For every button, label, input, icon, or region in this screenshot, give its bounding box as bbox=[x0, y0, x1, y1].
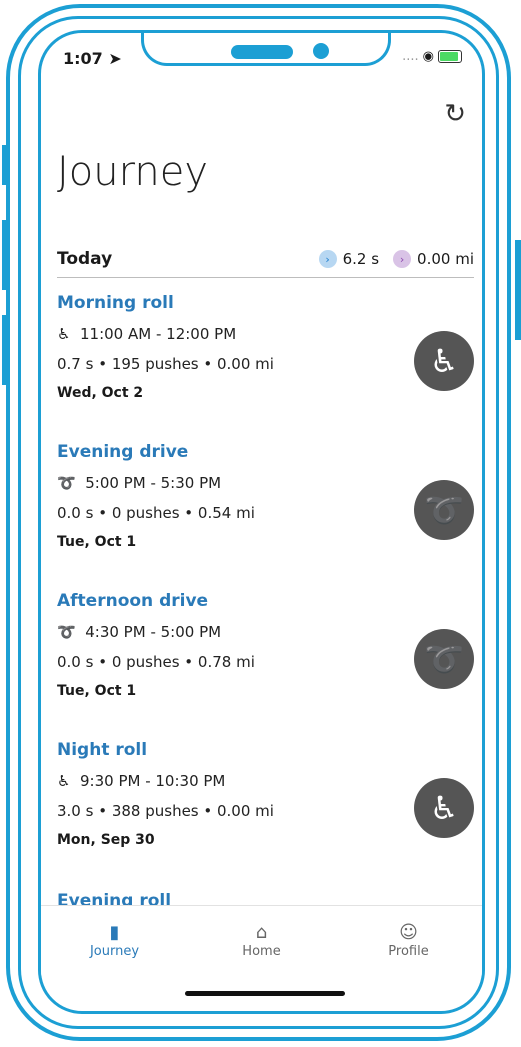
entry-time: ♿ 11:00 AM - 12:00 PM bbox=[57, 325, 237, 343]
home-icon: ⌂ bbox=[255, 921, 268, 943]
today-distance-stat: 0.00 mi bbox=[417, 250, 474, 268]
journey-entry[interactable]: Evening drive ➰ 5:00 PM - 5:30 PM 0.0 s … bbox=[57, 434, 474, 583]
chevron-right-icon: › bbox=[393, 250, 412, 268]
entry-date: Mon, Sep 30 bbox=[57, 832, 155, 848]
tab-journey[interactable]: ▮ Journey bbox=[41, 906, 188, 976]
location-arrow-icon: ➤ bbox=[108, 49, 122, 68]
entry-title[interactable]: Morning roll bbox=[57, 285, 474, 313]
entry-title[interactable]: Afternoon drive bbox=[57, 583, 474, 611]
tab-label: Journey bbox=[89, 943, 140, 959]
signal-icon: .... bbox=[402, 49, 419, 64]
status-icons: .... ◉ bbox=[402, 49, 462, 64]
volume-down-button bbox=[2, 315, 8, 385]
entry-date: Wed, Oct 2 bbox=[57, 385, 144, 401]
power-assist-icon: ➰ bbox=[57, 474, 76, 492]
speaker bbox=[231, 45, 293, 59]
camera bbox=[313, 43, 329, 59]
entry-time: ➰ 4:30 PM - 5:00 PM bbox=[57, 623, 222, 641]
person-icon: ☺ bbox=[399, 921, 418, 943]
entry-time: ♿ 9:30 PM - 10:30 PM bbox=[57, 772, 226, 790]
today-time-stat: 6.2 s bbox=[342, 250, 380, 268]
status-time: 1:07 ➤ bbox=[63, 49, 122, 68]
app-screen: 1:07 ➤ .... ◉ ↻ Journey Today › 6.2 s › … bbox=[38, 30, 485, 1014]
journey-entry-partial[interactable]: Evening roll bbox=[57, 891, 171, 905]
power-assist-icon: ➰ bbox=[414, 480, 474, 540]
journey-entry[interactable]: Morning roll ♿ 11:00 AM - 12:00 PM 0.7 s… bbox=[57, 285, 474, 434]
power-button bbox=[515, 240, 521, 340]
home-indicator[interactable] bbox=[185, 991, 345, 996]
today-stats: › 6.2 s › 0.00 mi bbox=[318, 250, 474, 268]
entry-stats: 0.0 s • 0 pushes • 0.78 mi bbox=[57, 653, 255, 671]
entry-time: ➰ 5:00 PM - 5:30 PM bbox=[57, 474, 222, 492]
journey-entry[interactable]: Afternoon drive ➰ 4:30 PM - 5:00 PM 0.0 … bbox=[57, 583, 474, 732]
power-assist-icon: ➰ bbox=[414, 629, 474, 689]
tab-home[interactable]: ⌂ Home bbox=[188, 906, 335, 976]
journey-entry[interactable]: Night roll ♿ 9:30 PM - 10:30 PM 3.0 s • … bbox=[57, 732, 474, 881]
wheelchair-icon: ♿ bbox=[57, 772, 71, 790]
entry-stats: 3.0 s • 388 pushes • 0.00 mi bbox=[57, 802, 274, 820]
today-summary: Today › 6.2 s › 0.00 mi bbox=[57, 241, 474, 278]
chevron-right-icon: › bbox=[318, 250, 337, 268]
entry-date: Tue, Oct 1 bbox=[57, 683, 137, 699]
entry-stats: 0.7 s • 195 pushes • 0.00 mi bbox=[57, 355, 274, 373]
journey-list: Morning roll ♿ 11:00 AM - 12:00 PM 0.7 s… bbox=[57, 285, 474, 881]
entry-title[interactable]: Night roll bbox=[57, 732, 474, 760]
tab-label: Profile bbox=[388, 943, 429, 959]
wheelchair-icon: ♿ bbox=[414, 778, 474, 838]
wheelchair-icon: ♿ bbox=[414, 331, 474, 391]
power-assist-icon: ➰ bbox=[57, 623, 76, 641]
refresh-icon[interactable]: ↻ bbox=[444, 99, 466, 129]
wifi-icon: ◉ bbox=[422, 49, 434, 64]
today-label: Today bbox=[57, 249, 113, 269]
entry-stats: 0.0 s • 0 pushes • 0.54 mi bbox=[57, 504, 255, 522]
entry-title[interactable]: Evening drive bbox=[57, 434, 474, 462]
map-icon: ▮ bbox=[109, 921, 120, 943]
volume-up-button bbox=[2, 220, 8, 290]
tab-bar: ▮ Journey ⌂ Home ☺ Profile bbox=[41, 905, 482, 976]
wheelchair-icon: ♿ bbox=[57, 325, 71, 343]
battery-icon bbox=[438, 50, 462, 63]
page-title: Journey bbox=[57, 149, 208, 195]
tab-label: Home bbox=[242, 943, 281, 959]
entry-date: Tue, Oct 1 bbox=[57, 534, 137, 550]
tab-profile[interactable]: ☺ Profile bbox=[335, 906, 482, 976]
mute-switch bbox=[2, 145, 8, 185]
